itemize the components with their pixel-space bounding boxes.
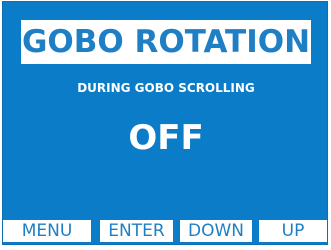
setting-value: OFF (128, 118, 204, 158)
screen-title: GOBO ROTATION (21, 20, 311, 64)
display-screen: GOBO ROTATION DURING GOBO SCROLLING OFF … (2, 1, 328, 245)
up-button[interactable]: UP (259, 220, 327, 242)
screen-subtitle: DURING GOBO SCROLLING (77, 81, 255, 95)
down-button[interactable]: DOWN (180, 220, 252, 242)
enter-button[interactable]: ENTER (100, 220, 173, 242)
menu-button[interactable]: MENU (3, 220, 91, 242)
